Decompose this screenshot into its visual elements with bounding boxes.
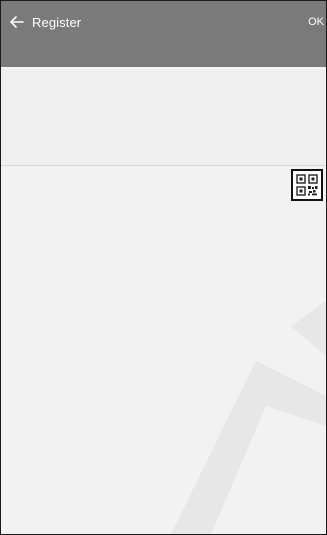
ok-button[interactable]: OK	[286, 1, 326, 67]
ok-label: OK	[308, 16, 324, 28]
register-screen: Register OK	[0, 0, 327, 535]
arrow-left-icon	[10, 16, 24, 28]
app-bar: Register OK	[1, 1, 326, 67]
back-button[interactable]: Register	[1, 1, 111, 67]
qr-scan-button[interactable]	[291, 169, 323, 201]
page-title: Register	[32, 14, 82, 30]
input-panel[interactable]	[1, 69, 326, 166]
qr-code-icon	[296, 174, 318, 196]
watermark-logo	[171, 301, 326, 534]
content-area	[1, 166, 326, 534]
